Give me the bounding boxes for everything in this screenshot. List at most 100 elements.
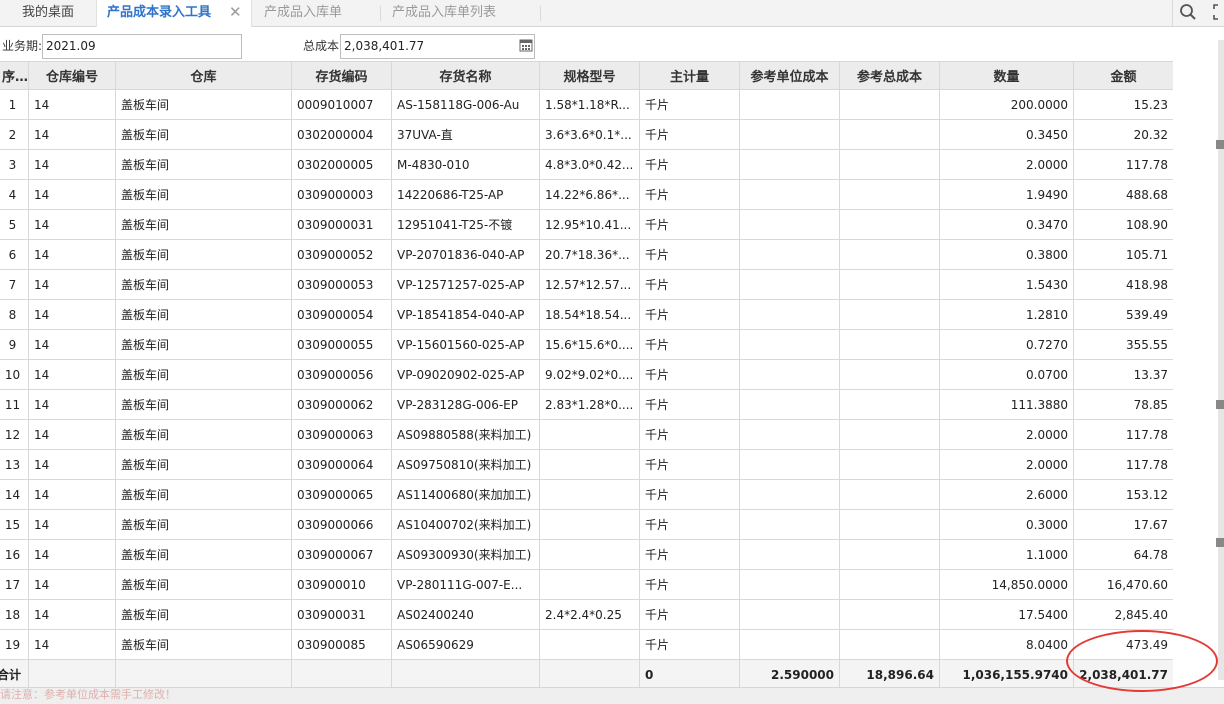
- table-cell[interactable]: 5: [0, 209, 29, 240]
- table-cell[interactable]: 13.37: [1073, 359, 1173, 390]
- table-cell[interactable]: 2: [0, 119, 29, 150]
- table-cell[interactable]: 108.90: [1073, 209, 1173, 240]
- table-cell[interactable]: 千片: [639, 509, 740, 540]
- table-cell[interactable]: 2.0000: [939, 419, 1074, 450]
- table-cell[interactable]: [739, 539, 840, 570]
- table-cell[interactable]: AS10400702(来料加工): [391, 509, 540, 540]
- table-cell[interactable]: 0309000055: [291, 329, 392, 360]
- table-cell[interactable]: VP-283128G-006-EP: [391, 389, 540, 420]
- table-cell[interactable]: 488.68: [1073, 179, 1173, 210]
- table-cell[interactable]: 盖板车间: [115, 209, 292, 240]
- table-cell[interactable]: 9: [0, 329, 29, 360]
- table-cell[interactable]: 2.0000: [939, 149, 1074, 180]
- table-cell[interactable]: 14: [28, 449, 116, 480]
- table-cell[interactable]: 14220686-T25-AP: [391, 179, 540, 210]
- vertical-scrollbar[interactable]: [1218, 40, 1224, 680]
- table-cell[interactable]: 14: [28, 419, 116, 450]
- table-cell[interactable]: VP-15601560-025-AP: [391, 329, 540, 360]
- table-cell[interactable]: 盖板车间: [115, 569, 292, 600]
- table-cell[interactable]: 14: [28, 599, 116, 630]
- table-cell[interactable]: 1.5430: [939, 269, 1074, 300]
- table-cell[interactable]: [539, 419, 640, 450]
- table-cell[interactable]: AS09300930(来料加工): [391, 539, 540, 570]
- table-cell[interactable]: [839, 149, 940, 180]
- table-cell[interactable]: AS09880588(来料加工): [391, 419, 540, 450]
- table-cell[interactable]: 盖板车间: [115, 299, 292, 330]
- table-cell[interactable]: 1.2810: [939, 299, 1074, 330]
- table-cell[interactable]: 盖板车间: [115, 359, 292, 390]
- table-cell[interactable]: 盖板车间: [115, 239, 292, 270]
- table-cell[interactable]: 473.49: [1073, 629, 1173, 660]
- table-cell[interactable]: [739, 389, 840, 420]
- table-cell[interactable]: 030900085: [291, 629, 392, 660]
- table-cell[interactable]: 14.22*6.86*...: [539, 179, 640, 210]
- table-cell[interactable]: 盖板车间: [115, 419, 292, 450]
- table-cell[interactable]: 0309000065: [291, 479, 392, 510]
- table-cell[interactable]: AS09750810(来料加工): [391, 449, 540, 480]
- table-cell[interactable]: [539, 449, 640, 480]
- table-cell[interactable]: 盖板车间: [115, 269, 292, 300]
- table-cell[interactable]: 0.3470: [939, 209, 1074, 240]
- table-cell[interactable]: 0.0700: [939, 359, 1074, 390]
- table-cell[interactable]: 14: [28, 359, 116, 390]
- table-row[interactable]: 9 14 盖板车间 0309000055 VP-15601560-025-AP 15.6*…: [0, 329, 1173, 360]
- tab-home[interactable]: 我的桌面: [0, 0, 96, 26]
- table-cell[interactable]: 0.3000: [939, 509, 1074, 540]
- table-cell[interactable]: 030900010: [291, 569, 392, 600]
- table-cell[interactable]: 千片: [639, 389, 740, 420]
- table-cell[interactable]: 2.4*2.4*0.25: [539, 599, 640, 630]
- table-cell[interactable]: 355.55: [1073, 329, 1173, 360]
- table-cell[interactable]: 17: [0, 569, 29, 600]
- table-cell[interactable]: 18: [0, 599, 29, 630]
- table-cell[interactable]: 14: [28, 479, 116, 510]
- table-cell[interactable]: 0309000063: [291, 419, 392, 450]
- table-cell[interactable]: 0309000031: [291, 209, 392, 240]
- table-cell[interactable]: 2.0000: [939, 449, 1074, 480]
- table-cell[interactable]: 千片: [639, 209, 740, 240]
- table-row[interactable]: 10 14 盖板车间 0309000056 VP-09020902-025-AP 9.02…: [0, 359, 1173, 390]
- table-row[interactable]: 5 14 盖板车间 0309000031 12951041-T25-不镀 12.95*10…: [0, 209, 1173, 240]
- table-cell[interactable]: 千片: [639, 539, 740, 570]
- table-cell[interactable]: 0309000003: [291, 179, 392, 210]
- table-cell[interactable]: 盖板车间: [115, 509, 292, 540]
- table-cell[interactable]: VP-280111G-007-E...: [391, 569, 540, 600]
- table-cell[interactable]: [839, 359, 940, 390]
- table-cell[interactable]: 6: [0, 239, 29, 270]
- column-header[interactable]: 参考单位成本: [739, 61, 840, 90]
- table-cell[interactable]: [839, 89, 940, 120]
- table-cell[interactable]: [739, 269, 840, 300]
- table-cell[interactable]: 0.7270: [939, 329, 1074, 360]
- table-cell[interactable]: 7: [0, 269, 29, 300]
- table-cell[interactable]: 盖板车间: [115, 389, 292, 420]
- table-cell[interactable]: 0309000052: [291, 239, 392, 270]
- table-row[interactable]: 19 14 盖板车间 030900085 AS06590629 千片 8.0400 473.4…: [0, 629, 1173, 660]
- expand-icon[interactable]: [1213, 3, 1224, 21]
- table-cell[interactable]: [839, 449, 940, 480]
- table-cell[interactable]: 盖板车间: [115, 449, 292, 480]
- table-cell[interactable]: 14: [28, 569, 116, 600]
- table-cell[interactable]: 盖板车间: [115, 479, 292, 510]
- table-cell[interactable]: AS06590629: [391, 629, 540, 660]
- table-cell[interactable]: 0309000056: [291, 359, 392, 390]
- table-cell[interactable]: 105.71: [1073, 239, 1173, 270]
- table-row[interactable]: 16 14 盖板车间 0309000067 AS09300930(来料加工) 千片 1.10…: [0, 539, 1173, 570]
- table-cell[interactable]: [539, 479, 640, 510]
- table-cell[interactable]: 千片: [639, 119, 740, 150]
- table-cell[interactable]: 16: [0, 539, 29, 570]
- table-cell[interactable]: 030900031: [291, 599, 392, 630]
- table-cell[interactable]: 153.12: [1073, 479, 1173, 510]
- table-row[interactable]: 2 14 盖板车间 0302000004 37UVA-直 3.6*3.6*0.1*... 千…: [0, 119, 1173, 150]
- table-cell[interactable]: 10: [0, 359, 29, 390]
- table-cell[interactable]: 0.3450: [939, 119, 1074, 150]
- column-header[interactable]: 仓库编号: [28, 61, 116, 90]
- table-cell[interactable]: 539.49: [1073, 299, 1173, 330]
- table-cell[interactable]: 盖板车间: [115, 89, 292, 120]
- table-cell[interactable]: 0302000004: [291, 119, 392, 150]
- table-cell[interactable]: VP-09020902-025-AP: [391, 359, 540, 390]
- table-cell[interactable]: 37UVA-直: [391, 119, 540, 150]
- table-cell[interactable]: 千片: [639, 419, 740, 450]
- table-cell[interactable]: [839, 179, 940, 210]
- table-cell[interactable]: [839, 329, 940, 360]
- table-cell[interactable]: 盖板车间: [115, 179, 292, 210]
- column-header[interactable]: 存货编码: [291, 61, 392, 90]
